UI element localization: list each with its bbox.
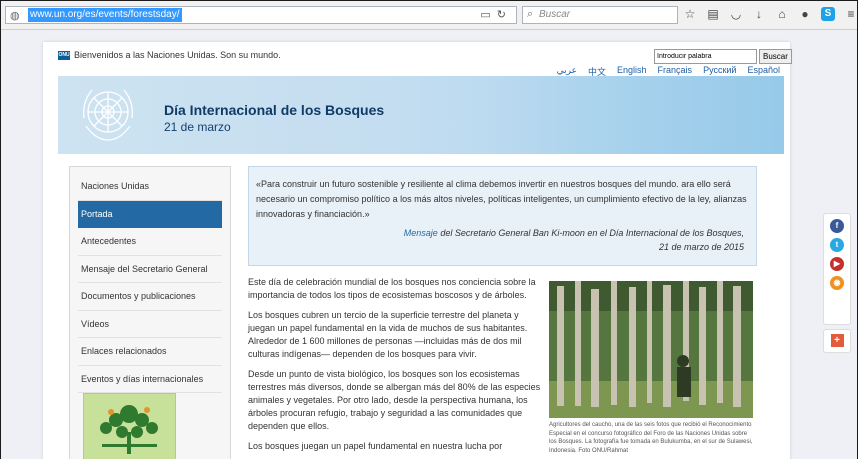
clipboard-icon[interactable]: ▤ xyxy=(706,7,720,21)
sidebar-item-documentos[interactable]: Documentos y publicaciones xyxy=(78,283,222,311)
reader-reload-icons[interactable]: ▭↻ xyxy=(480,8,512,21)
sidebar-item-videos[interactable]: Vídeos xyxy=(78,311,222,338)
un-mini-logo[interactable]: ONU xyxy=(58,50,70,60)
sidebar-item-mensaje[interactable]: Mensaje del Secretario General xyxy=(78,256,222,283)
youtube-icon[interactable]: ▶ xyxy=(830,257,844,271)
rubber-farmers-photo xyxy=(549,281,753,418)
social-bar: f t ▶ ◉ xyxy=(823,213,851,325)
address-bar[interactable]: ◍ www.un.org/es/events/forestsday/ ▭↻ xyxy=(5,6,517,24)
un-emblem-icon[interactable] xyxy=(72,82,144,146)
quote-source-text: del Secretario General Ban Ki-moon en el… xyxy=(437,228,744,238)
quote-text: «Para construir un futuro sostenible y r… xyxy=(256,179,747,219)
skype-icon[interactable]: S xyxy=(821,7,835,21)
globe-icon: ◍ xyxy=(10,10,20,22)
browser-search-placeholder: Buscar xyxy=(539,9,571,20)
quote-box: «Para construir un futuro sostenible y r… xyxy=(248,166,757,266)
toolbar-icons: ☆ ▤ ◡ ↓ ⌂ ● S ≡ xyxy=(683,7,857,23)
page-title: Día Internacional de los Bosques xyxy=(164,102,385,118)
forests-day-logo[interactable] xyxy=(83,393,176,459)
chat-icon[interactable]: ● xyxy=(798,7,812,21)
facebook-icon[interactable]: f xyxy=(830,219,844,233)
search-icon: ⌕ xyxy=(527,8,534,20)
sidebar-item-portada[interactable]: Portada xyxy=(78,200,222,228)
quote-source: Mensaje del Secretario General Ban Ki-mo… xyxy=(344,226,744,254)
welcome-bar: ONU Bienvenidos a las Naciones Unidas. S… xyxy=(58,50,281,60)
bookmark-star-icon[interactable]: ☆ xyxy=(683,7,697,21)
paragraph: Los bosques juegan un papel fundamental … xyxy=(248,441,503,451)
rss-icon[interactable]: ◉ xyxy=(830,276,844,290)
pocket-icon[interactable]: ◡ xyxy=(729,7,743,21)
sidebar: Naciones Unidas Portada Antecedentes Men… xyxy=(69,166,231,459)
paragraph: Desde un punto de vista biológico, los b… xyxy=(248,369,541,431)
page-container: ONU Bienvenidos a las Naciones Unidas. S… xyxy=(43,42,792,459)
main-text: Este día de celebración mundial de los b… xyxy=(248,276,546,459)
page-banner: Día Internacional de los Bosques 21 de m… xyxy=(58,76,784,154)
sidebar-item-enlaces[interactable]: Enlaces relacionados xyxy=(78,338,222,366)
google-plus-icon[interactable]: + xyxy=(830,334,844,347)
twitter-icon[interactable]: t xyxy=(830,238,844,252)
sidebar-item-antecedentes[interactable]: Antecedentes xyxy=(78,228,222,256)
home-icon[interactable]: ⌂ xyxy=(775,7,789,21)
sidebar-item-naciones-unidas[interactable]: Naciones Unidas xyxy=(78,173,222,201)
page-date: 21 de marzo xyxy=(164,120,231,134)
sidebar-nav: Naciones Unidas Portada Antecedentes Men… xyxy=(70,173,230,393)
download-icon[interactable]: ↓ xyxy=(752,7,766,21)
site-search-input[interactable] xyxy=(654,49,757,64)
photo-caption: Agricultores del caucho, una de las seis… xyxy=(549,422,753,454)
browser-toolbar: ◍ www.un.org/es/events/forestsday/ ▭↻ ⌕ … xyxy=(1,1,857,30)
browser-window: ◍ www.un.org/es/events/forestsday/ ▭↻ ⌕ … xyxy=(1,1,857,459)
site-search-button[interactable]: Buscar xyxy=(759,49,792,64)
quote-message-link[interactable]: Mensaje xyxy=(404,228,438,238)
welcome-text: Bienvenidos a las Naciones Unidas. Son s… xyxy=(74,50,281,60)
paragraph: Este día de celebración mundial de los b… xyxy=(248,277,536,300)
quote-source-date: 21 de marzo de 2015 xyxy=(658,242,744,252)
url-text[interactable]: www.un.org/es/events/forestsday/ xyxy=(28,8,182,22)
menu-icon[interactable]: ≡ xyxy=(844,7,857,21)
paragraph: Los bosques cubren un tercio de la super… xyxy=(248,310,528,359)
sidebar-item-eventos[interactable]: Eventos y días internacionales xyxy=(78,366,222,393)
banner-tree-graphic xyxy=(484,76,784,154)
page-viewport: ONU Bienvenidos a las Naciones Unidas. S… xyxy=(1,30,857,459)
share-plus: + xyxy=(823,329,851,353)
browser-search[interactable]: ⌕ Buscar xyxy=(522,6,678,24)
site-search: Buscar xyxy=(654,49,792,64)
